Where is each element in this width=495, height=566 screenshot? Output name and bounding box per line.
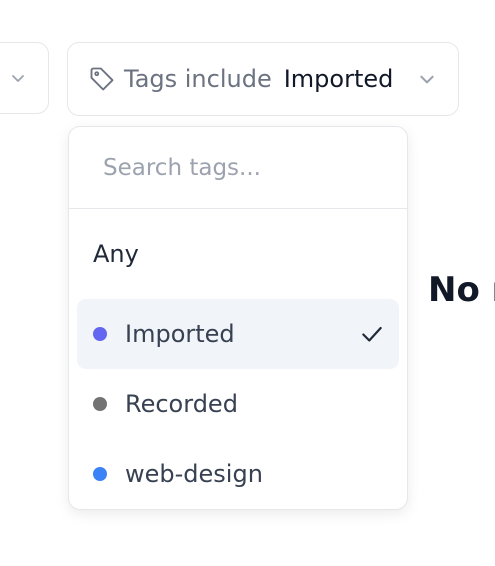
tag-color-dot bbox=[93, 327, 107, 341]
chevron-down-icon bbox=[12, 75, 24, 82]
tags-filter-button[interactable]: Tags include Imported bbox=[67, 42, 459, 116]
tag-option-any[interactable]: Any bbox=[69, 209, 407, 299]
tag-option-label: Recorded bbox=[125, 390, 238, 418]
tags-search-input[interactable] bbox=[101, 153, 385, 182]
tag-option-label: Any bbox=[93, 240, 139, 268]
canvas: Tags include Imported Any Imported Recor… bbox=[0, 0, 495, 566]
tag-color-dot bbox=[93, 467, 107, 481]
tags-dropdown-menu: Any Imported Recorded web-design bbox=[68, 126, 408, 510]
tag-icon bbox=[90, 67, 114, 91]
tag-option-web-design[interactable]: web-design bbox=[77, 439, 399, 509]
tag-option-recorded[interactable]: Recorded bbox=[77, 369, 399, 439]
tag-color-dot bbox=[93, 397, 107, 411]
tags-search-wrapper bbox=[69, 127, 407, 209]
tags-filter-value: Imported bbox=[283, 65, 394, 93]
empty-state-heading: No r bbox=[428, 270, 495, 310]
tags-filter-prefix: Tags include bbox=[124, 65, 272, 93]
chevron-down-icon bbox=[420, 75, 434, 84]
check-icon bbox=[362, 326, 382, 342]
tag-option-label: web-design bbox=[125, 460, 263, 488]
tag-option-imported[interactable]: Imported bbox=[77, 299, 399, 369]
filter-pill-left[interactable] bbox=[0, 42, 49, 114]
tag-option-label: Imported bbox=[125, 320, 235, 348]
